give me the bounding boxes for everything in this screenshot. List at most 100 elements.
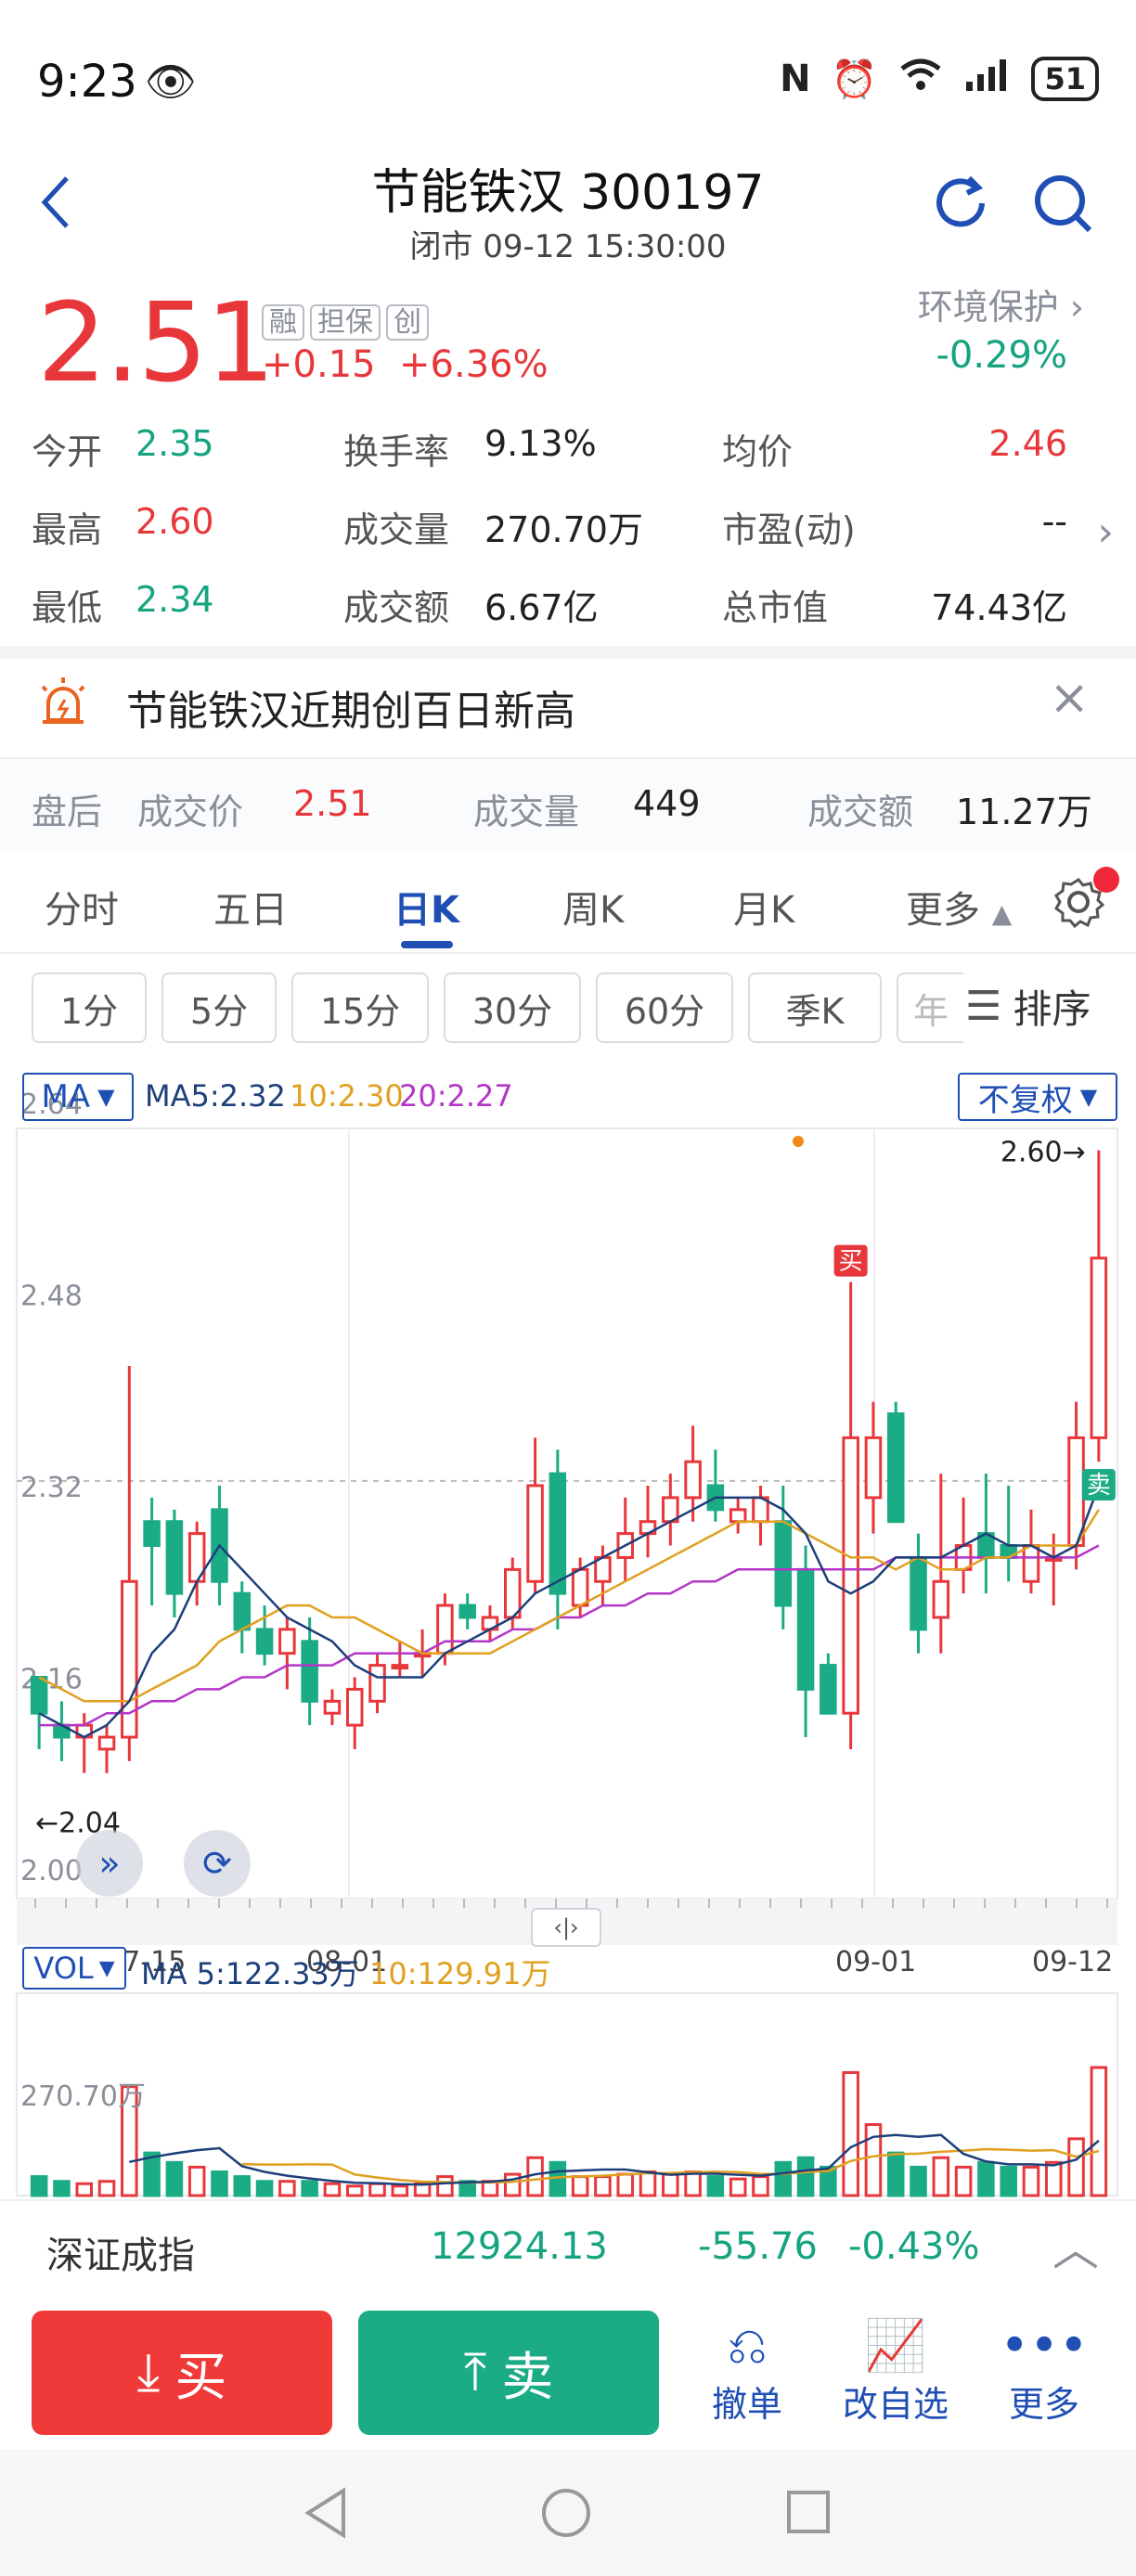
period-60min[interactable]: 60分 <box>596 972 733 1043</box>
triangle-down-icon: ▼ <box>97 1084 115 1110</box>
status-icons: N ⏰ 51 <box>780 56 1099 102</box>
sector-change: -0.29% <box>936 334 1067 377</box>
search-button[interactable] <box>1030 171 1095 239</box>
vol-selector[interactable]: VOL ▼ <box>22 1947 126 1990</box>
stat-label: 均价 <box>722 431 794 472</box>
volume-bar <box>752 2175 769 2197</box>
change-amount: +0.15 <box>262 343 376 386</box>
stat-value: 9.13% <box>484 423 597 464</box>
tab-intraday[interactable]: 分时 <box>45 880 119 934</box>
x-axis-label: 09-12 <box>1032 1946 1113 1978</box>
change-percent: +6.36% <box>399 343 549 386</box>
quote-stats[interactable]: 今开 2.35 换手率 9.13% 均价 2.46 最高 2.60 成交量 270.70万 市盈(动… <box>0 414 1136 628</box>
chevron-right-icon: › <box>1069 287 1084 328</box>
y-axis-label: 2.32 <box>20 1472 83 1504</box>
tab-weekly-k[interactable]: 周K <box>562 880 624 934</box>
candle-body <box>910 1555 927 1631</box>
scroll-forward-button[interactable]: » <box>76 1830 143 1897</box>
chevron-up-icon[interactable]: ︿ <box>1052 2212 1099 2279</box>
settings-button[interactable] <box>1051 867 1119 934</box>
candlestick-chart-svg[interactable]: 2.642.482.322.162.002.60→←2.04买卖2025-07-… <box>0 1065 1136 2197</box>
volume-bar <box>211 2170 228 2197</box>
chart-edit-icon: 📈 <box>864 2316 927 2375</box>
sell-button[interactable]: ⤒ 卖 <box>358 2311 659 2435</box>
cancel-order-button[interactable]: ⎌ 撤单 <box>678 2316 817 2427</box>
volume-bar <box>165 2160 184 2197</box>
index-change: -55.76 <box>698 2225 818 2268</box>
notification-dot <box>1093 867 1119 893</box>
period-5min[interactable]: 5分 <box>161 972 277 1043</box>
candle-body <box>571 1567 589 1607</box>
more-dots-icon: ••• <box>1000 2316 1089 2375</box>
candle-body <box>932 1579 950 1619</box>
k-line-chart[interactable]: 2.642.482.322.162.002.60→←2.04买卖2025-07-… <box>0 1065 1136 2197</box>
volume-bar <box>368 2182 386 2197</box>
period-15min[interactable]: 15分 <box>291 972 429 1043</box>
candle-body <box>729 1508 747 1524</box>
stat-label: 成交量 <box>343 509 450 550</box>
status-bar: 9:23 👁 N ⏰ 51 <box>0 0 1136 158</box>
stat-label: 今开 <box>32 431 103 472</box>
vol-ma5-line <box>129 2133 1100 2186</box>
tab-more[interactable]: 更多 ▲ <box>906 880 1012 934</box>
volume-bar <box>886 2151 905 2197</box>
candle-body <box>436 1604 454 1655</box>
after-hours-row: 盘后 成交价 2.51 成交量 449 成交额 11.27万 <box>0 759 1136 852</box>
code-brackets-icon: ‹|› <box>553 1914 579 1940</box>
alert-text: 节能铁汉近期创百日新高 <box>126 688 575 735</box>
volume-bar <box>1090 2066 1108 2197</box>
x-axis-label: 09-01 <box>835 1946 916 1978</box>
stat-label: 总市值 <box>722 587 829 628</box>
signal-icon <box>964 56 1011 102</box>
after-vol-value: 449 <box>633 783 701 824</box>
period-30min[interactable]: 30分 <box>444 972 581 1043</box>
triangle-down-icon: ▼ <box>1079 1084 1098 1110</box>
after-amt-value: 11.27万 <box>956 792 1092 832</box>
home-nav-icon[interactable] <box>540 2487 592 2539</box>
wifi-icon <box>897 56 944 102</box>
volume-bar <box>97 2180 116 2197</box>
candle-body <box>820 1664 837 1715</box>
stat-label: 换手率 <box>343 431 450 472</box>
candle-body <box>323 1699 342 1715</box>
candle-body <box>233 1591 252 1631</box>
stat-value: 2.34 <box>136 579 214 620</box>
candle-body <box>886 1412 905 1524</box>
chart-drag-handle[interactable]: ‹|› <box>531 1908 601 1947</box>
period-selector: 1分 5分 15分 30分 60分 季K 年 ☰ 排序 <box>0 961 1136 1063</box>
sort-button[interactable]: ☰ 排序 <box>965 961 1136 1050</box>
volume-bar <box>954 2165 973 2197</box>
refresh-button[interactable] <box>928 171 993 239</box>
tab-daily-k[interactable]: 日K <box>394 880 459 934</box>
rotate-screen-button[interactable]: ⟳ <box>184 1830 251 1897</box>
candle-body <box>864 1436 883 1500</box>
period-1min[interactable]: 1分 <box>32 972 147 1043</box>
more-actions-button[interactable]: ••• 更多 <box>975 2316 1114 2427</box>
period-year[interactable]: 年 <box>897 972 963 1043</box>
price-change: +0.15 +6.36% <box>262 343 549 386</box>
tab-monthly-k[interactable]: 月K <box>733 880 794 934</box>
adjust-selector[interactable]: 不复权 ▼ <box>958 1073 1117 1121</box>
recents-nav-icon[interactable] <box>785 2489 832 2535</box>
news-alert[interactable]: 节能铁汉近期创百日新高 × <box>0 650 1136 757</box>
trade-actions: ⤓ 买 ⤒ 卖 ⎌ 撤单 📈 改自选 ••• 更多 <box>0 2292 1136 2450</box>
index-ticker[interactable]: 深证成指 12924.13 -55.76 -0.43% ︿ <box>0 2199 1136 2294</box>
back-nav-icon[interactable] <box>303 2487 349 2539</box>
period-quarter[interactable]: 季K <box>748 972 882 1043</box>
volume-bar <box>796 2156 815 2197</box>
chevron-right-icon[interactable]: › <box>1097 509 1114 556</box>
candle-body <box>391 1664 409 1670</box>
rotate-icon: ⟳ <box>202 1843 232 1884</box>
ma-selector[interactable]: MA ▼ <box>22 1073 134 1121</box>
sell-signal-text: 卖 <box>1087 1472 1111 1500</box>
candle-body <box>1022 1544 1040 1583</box>
sector-link[interactable]: 环境保护 › <box>918 278 1084 329</box>
refresh-icon <box>936 175 985 227</box>
tab-five-day[interactable]: 五日 <box>213 880 288 934</box>
chart-tabs: 分时 五日 日K 周K 月K 更多 ▲ <box>0 854 1136 954</box>
buy-button[interactable]: ⤓ 买 <box>32 2311 332 2435</box>
edit-watchlist-button[interactable]: 📈 改自选 <box>826 2316 965 2427</box>
upload-arrow-icon: ⤒ <box>463 2342 487 2402</box>
volume-bar <box>639 2170 657 2197</box>
close-icon[interactable]: × <box>1049 670 1090 726</box>
